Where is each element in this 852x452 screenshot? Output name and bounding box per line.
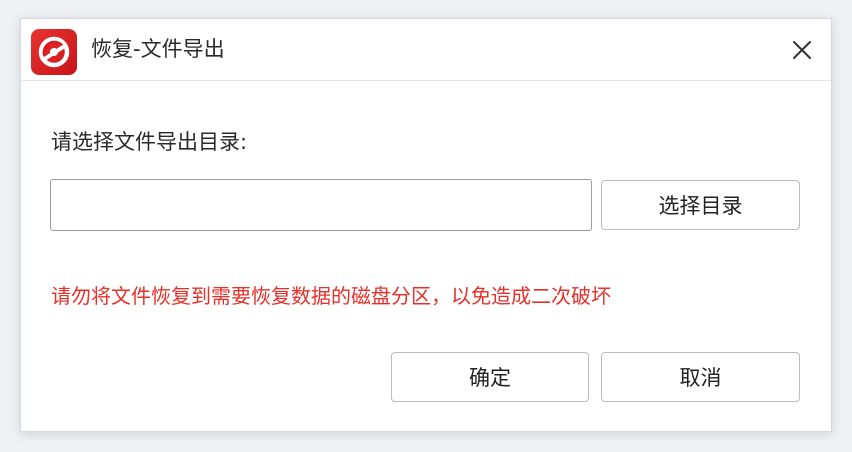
export-directory-input[interactable]: [50, 179, 592, 231]
close-icon: [793, 41, 811, 59]
choose-directory-button[interactable]: 选择目录: [601, 180, 800, 230]
cancel-button[interactable]: 取消: [601, 352, 800, 402]
export-dialog: 恢复-文件导出 请选择文件导出目录: 选择目录 请勿将文件恢复到需要恢复数据的磁…: [20, 18, 832, 432]
warning-message: 请勿将文件恢复到需要恢复数据的磁盘分区，以免造成二次破坏: [51, 284, 611, 308]
ok-button[interactable]: 确定: [391, 352, 589, 402]
close-button[interactable]: [785, 33, 819, 67]
window-title: 恢复-文件导出: [91, 37, 225, 61]
title-bar: 恢复-文件导出: [21, 19, 831, 81]
app-logo-icon: [31, 29, 77, 75]
export-directory-label: 请选择文件导出目录:: [51, 130, 248, 154]
